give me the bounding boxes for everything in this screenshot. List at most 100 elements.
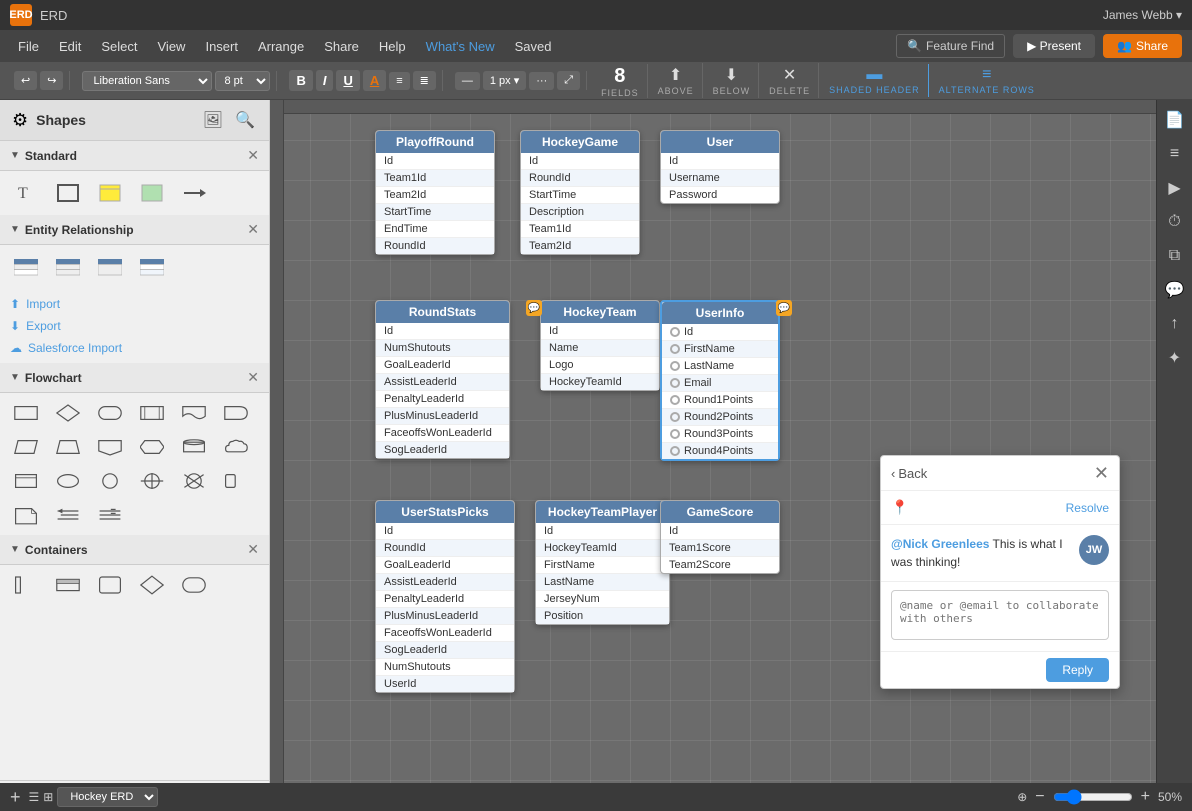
fc-cross[interactable]: [134, 467, 170, 495]
playoff-round-table[interactable]: PlayoffRound Id Team1Id Team2Id StartTim…: [375, 130, 495, 255]
comment-close-button[interactable]: ✕: [1094, 464, 1109, 482]
font-selector[interactable]: Liberation Sans: [82, 71, 212, 91]
rs-share-button[interactable]: ↑: [1159, 308, 1191, 340]
font-color-button[interactable]: A: [363, 70, 386, 91]
flowchart-section-header[interactable]: ▼ Flowchart ✕: [0, 363, 269, 393]
fc-pent[interactable]: [92, 433, 128, 461]
expand-button[interactable]: ⤢: [557, 71, 580, 90]
present-button[interactable]: ▶ Present: [1013, 34, 1095, 58]
fc-cloud[interactable]: [218, 433, 254, 461]
import-button[interactable]: ⬆ Import: [10, 295, 259, 313]
menu-arrange[interactable]: Arrange: [250, 35, 312, 58]
align-left-button[interactable]: ≡: [389, 72, 409, 90]
shaded-header-action[interactable]: ▬ SHADED HEADER: [821, 64, 929, 97]
text-shape[interactable]: T: [8, 179, 44, 207]
fc-shield[interactable]: [218, 467, 254, 495]
menu-edit[interactable]: Edit: [51, 35, 89, 58]
font-size-selector[interactable]: 8 pt: [215, 71, 270, 91]
hockey-team-player-table[interactable]: HockeyTeamPlayer Id HockeyTeamId FirstNa…: [535, 500, 670, 625]
user-table[interactable]: User Id Username Password: [660, 130, 780, 204]
zoom-out-button[interactable]: −: [1035, 788, 1044, 806]
menu-view[interactable]: View: [150, 35, 194, 58]
er-shape-4[interactable]: [134, 253, 170, 281]
fc-oval[interactable]: [50, 467, 86, 495]
italic-button[interactable]: I: [316, 70, 334, 91]
containers-section-header[interactable]: ▼ Containers ✕: [0, 535, 269, 565]
rs-present-button[interactable]: ▶: [1159, 172, 1191, 204]
line-style-button[interactable]: —: [455, 72, 480, 90]
fc-proc[interactable]: [134, 399, 170, 427]
rs-comments-button[interactable]: 💬: [1159, 274, 1191, 306]
fc-diamond[interactable]: [50, 399, 86, 427]
fc-lines1[interactable]: [50, 501, 86, 529]
diagram-selector[interactable]: Hockey ERD: [57, 787, 158, 807]
er-shape-1[interactable]: [8, 253, 44, 281]
alternate-rows-action[interactable]: ≡ ALTERNATE ROWS: [931, 64, 1043, 97]
rs-pages-button[interactable]: 📄: [1159, 104, 1191, 136]
below-action[interactable]: ⬇ BELOW: [705, 63, 760, 98]
ct-1[interactable]: [8, 571, 44, 599]
arrow-shape[interactable]: [176, 179, 212, 207]
reply-button[interactable]: Reply: [1046, 658, 1109, 682]
er-section-header[interactable]: ▼ Entity Relationship ✕: [0, 215, 269, 245]
fc-hex[interactable]: [134, 433, 170, 461]
zoom-slider[interactable]: [1053, 789, 1133, 805]
ct-3[interactable]: [92, 571, 128, 599]
ct-4[interactable]: [134, 571, 170, 599]
bold-button[interactable]: B: [289, 70, 312, 91]
above-action[interactable]: ⬆ ABOVE: [650, 63, 703, 98]
menu-select[interactable]: Select: [93, 35, 145, 58]
align-right-button[interactable]: ≣: [413, 71, 436, 90]
add-diagram-button[interactable]: +: [10, 788, 21, 806]
fc-circle[interactable]: [92, 467, 128, 495]
comment-input[interactable]: [891, 590, 1109, 640]
menu-file[interactable]: File: [10, 35, 47, 58]
resolve-button[interactable]: Resolve: [1066, 501, 1109, 515]
user-info-table[interactable]: UserInfo Id FirstName LastName Email Rou…: [660, 300, 780, 461]
ct-2[interactable]: [50, 571, 86, 599]
fc-doc[interactable]: [176, 399, 212, 427]
menu-insert[interactable]: Insert: [197, 35, 246, 58]
canvas-area[interactable]: PlayoffRound Id Team1Id Team2Id StartTim…: [270, 100, 1156, 811]
share-button[interactable]: 👥 Share: [1103, 34, 1182, 58]
ct-5[interactable]: [176, 571, 212, 599]
game-score-table[interactable]: GameScore Id Team1Score Team2Score: [660, 500, 780, 574]
feature-find[interactable]: 🔍 Feature Find: [896, 34, 1005, 58]
menu-share[interactable]: Share: [316, 35, 367, 58]
fc-note[interactable]: [8, 501, 44, 529]
fc-trap[interactable]: [50, 433, 86, 461]
export-button[interactable]: ⬇ Export: [10, 317, 259, 335]
filled-rect-shape[interactable]: [134, 179, 170, 207]
fc-xshape[interactable]: [176, 467, 212, 495]
note-shape[interactable]: [92, 179, 128, 207]
sidebar-search-button[interactable]: 🔍: [233, 108, 257, 132]
standard-close[interactable]: ✕: [247, 147, 259, 164]
zoom-in-button[interactable]: +: [1141, 788, 1150, 806]
fc-rounded[interactable]: [92, 399, 128, 427]
flowchart-close[interactable]: ✕: [247, 369, 259, 386]
fc-cyl[interactable]: [176, 433, 212, 461]
salesforce-import-button[interactable]: ☁ Salesforce Import: [10, 339, 259, 357]
delete-action[interactable]: ✕ DELETE: [761, 63, 819, 98]
undo-button[interactable]: ↩: [14, 71, 37, 90]
hockey-team-table[interactable]: HockeyTeam Id Name Logo HockeyTeamId: [540, 300, 660, 391]
menu-help[interactable]: Help: [371, 35, 414, 58]
menu-whats-new[interactable]: What's New: [418, 35, 503, 58]
rectangle-shape[interactable]: [50, 179, 86, 207]
fc-mproc[interactable]: [8, 467, 44, 495]
rs-find-button[interactable]: ✦: [1159, 342, 1191, 374]
sidebar-image-button[interactable]: 🖼: [201, 108, 225, 132]
rs-layers-button[interactable]: ⧉: [1159, 240, 1191, 272]
er-shape-3[interactable]: [92, 253, 128, 281]
fc-lines2[interactable]: [92, 501, 128, 529]
fc-para[interactable]: [8, 433, 44, 461]
containers-close[interactable]: ✕: [247, 541, 259, 558]
user-stats-picks-table[interactable]: UserStatsPicks Id RoundId GoalLeaderId A…: [375, 500, 515, 693]
more-button[interactable]: ···: [529, 72, 554, 90]
hockey-game-table[interactable]: HockeyGame Id RoundId StartTime Descript…: [520, 130, 640, 255]
round-stats-table[interactable]: RoundStats Id NumShutouts GoalLeaderId A…: [375, 300, 510, 459]
er-close[interactable]: ✕: [247, 221, 259, 238]
rs-timer-button[interactable]: ⏱: [1159, 206, 1191, 238]
line-width-button[interactable]: 1 px ▾: [483, 71, 526, 90]
comment-back-button[interactable]: ‹ Back: [891, 466, 927, 481]
